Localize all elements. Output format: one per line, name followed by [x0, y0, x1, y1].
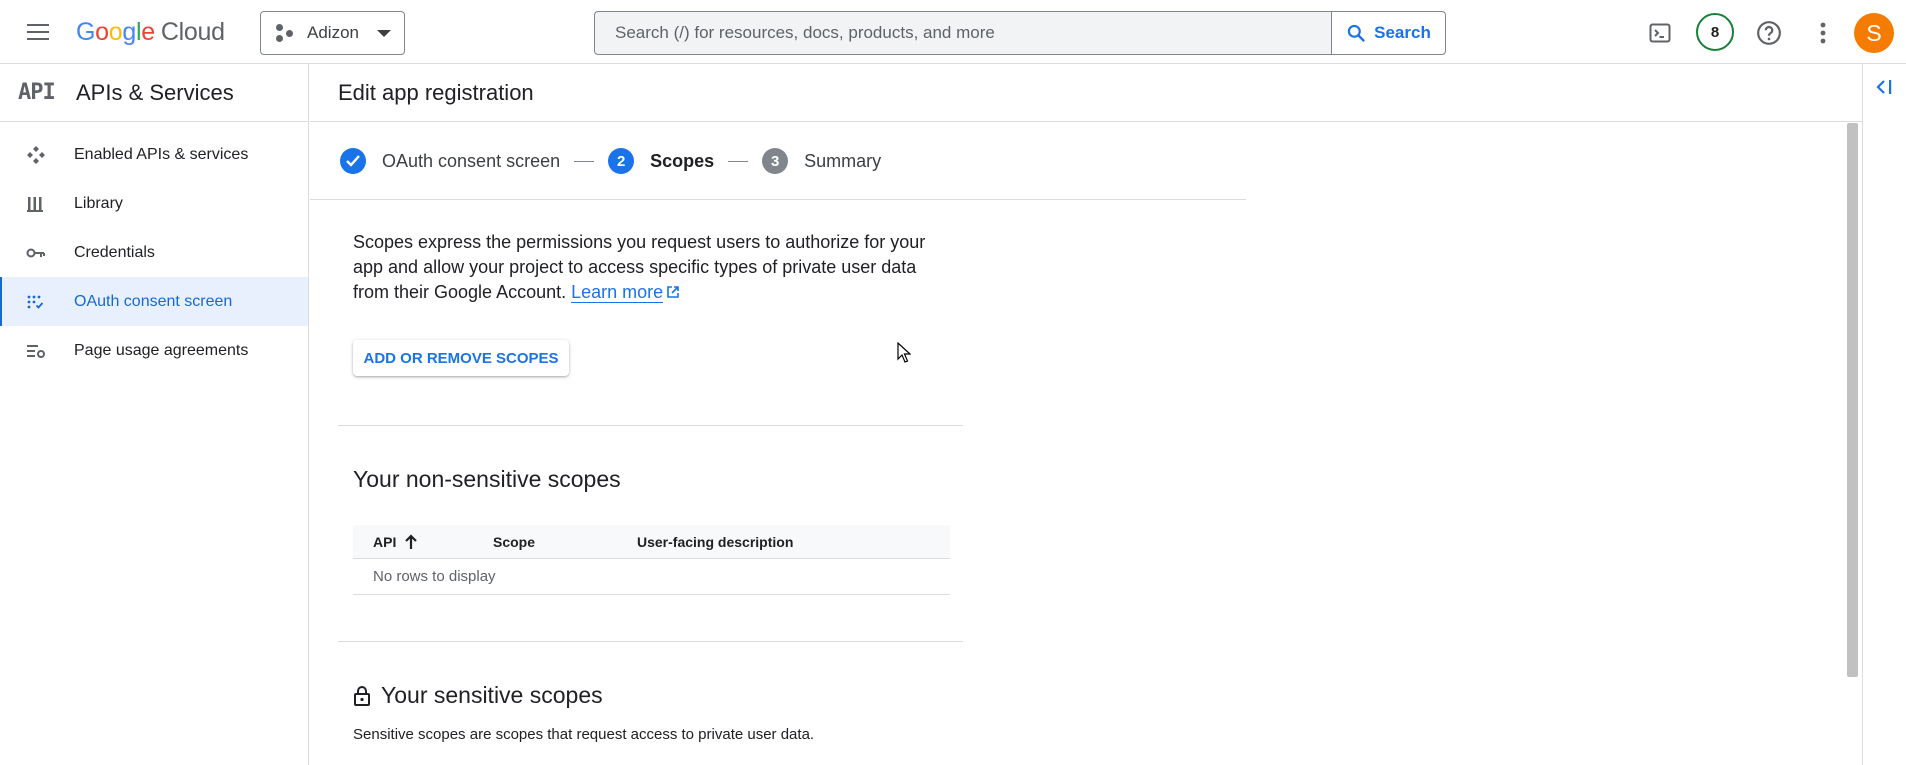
settings-list-icon [26, 343, 74, 359]
scrollbar[interactable] [1847, 123, 1858, 677]
step-scopes: Scopes [650, 150, 715, 171]
key-icon [26, 246, 74, 260]
top-bar: GoogleCloud Adizon Search 8 S [0, 0, 1906, 64]
chevron-down-icon [376, 29, 391, 37]
search-button[interactable]: Search [1331, 12, 1445, 54]
sensitive-scopes-description: Sensitive scopes are scopes that request… [353, 726, 815, 743]
column-scope[interactable]: Scope [493, 534, 637, 550]
step-summary: Summary [804, 150, 882, 171]
sidebar-item-page-usage-agreements[interactable]: Page usage agreements [0, 326, 308, 375]
sidebar-header: API APIs & Services [0, 64, 308, 122]
nonsensitive-scopes-title: Your non-sensitive scopes [353, 466, 621, 492]
divider [338, 641, 963, 642]
step-number-3: 3 [762, 148, 789, 174]
divider [338, 425, 963, 426]
scopes-description: Scopes express the permissions you reque… [353, 232, 926, 303]
step-divider [728, 160, 749, 162]
sidebar-item-oauth-consent-screen[interactable]: OAuth consent screen [0, 277, 308, 326]
lock-icon [354, 685, 370, 706]
search-icon [1347, 24, 1365, 42]
api-logo: API [18, 80, 56, 105]
scopes-table: API Scope User-facing description No row… [353, 525, 950, 595]
library-icon [26, 195, 74, 213]
help-icon[interactable] [1752, 16, 1786, 50]
sidebar: API APIs & Services Enabled APIs & servi… [0, 64, 309, 765]
external-link-icon [667, 286, 679, 298]
learn-more-link[interactable]: Learn more [571, 282, 664, 303]
project-picker[interactable]: Adizon [260, 11, 405, 55]
cloud-shell-icon[interactable] [1643, 16, 1677, 50]
add-or-remove-scopes-button[interactable]: ADD OR REMOVE SCOPES [353, 340, 569, 376]
page-title: Edit app registration [310, 64, 1862, 122]
check-icon [340, 148, 366, 174]
divider [310, 199, 1246, 200]
sensitive-scopes-title: Your sensitive scopes [353, 682, 603, 709]
step-oauth-consent-screen[interactable]: OAuth consent screen [382, 151, 560, 172]
sidebar-item-credentials[interactable]: Credentials [0, 228, 308, 277]
more-vert-icon[interactable] [1806, 16, 1840, 50]
project-name: Adizon [307, 23, 359, 42]
project-icon [275, 23, 295, 43]
step-number-2: 2 [608, 148, 635, 174]
column-user-facing-description[interactable]: User-facing description [637, 534, 793, 550]
main-menu-icon[interactable] [22, 18, 54, 46]
collapse-panel-icon[interactable] [1875, 78, 1895, 101]
right-rail [1862, 64, 1906, 765]
search-bar: Search [594, 11, 1446, 55]
consent-icon [26, 293, 74, 311]
google-cloud-logo[interactable]: Google Cloud [76, 18, 225, 47]
table-header: API Scope User-facing description [353, 525, 950, 559]
step-divider [574, 160, 595, 162]
stepper: OAuth consent screen 2 Scopes 3 Summary [340, 146, 881, 176]
mouse-cursor-icon [897, 342, 911, 363]
sidebar-item-library[interactable]: Library [0, 179, 308, 228]
table-empty-row: No rows to display [353, 559, 950, 595]
sidebar-item-enabled-apis[interactable]: Enabled APIs & services [0, 130, 308, 179]
search-input[interactable] [595, 12, 1331, 54]
avatar[interactable]: S [1854, 13, 1894, 53]
services-icon [26, 145, 74, 165]
arrow-up-icon [405, 533, 418, 549]
notifications-badge[interactable]: 8 [1696, 13, 1734, 51]
sidebar-title: APIs & Services [76, 79, 234, 105]
column-api[interactable]: API [353, 534, 493, 550]
